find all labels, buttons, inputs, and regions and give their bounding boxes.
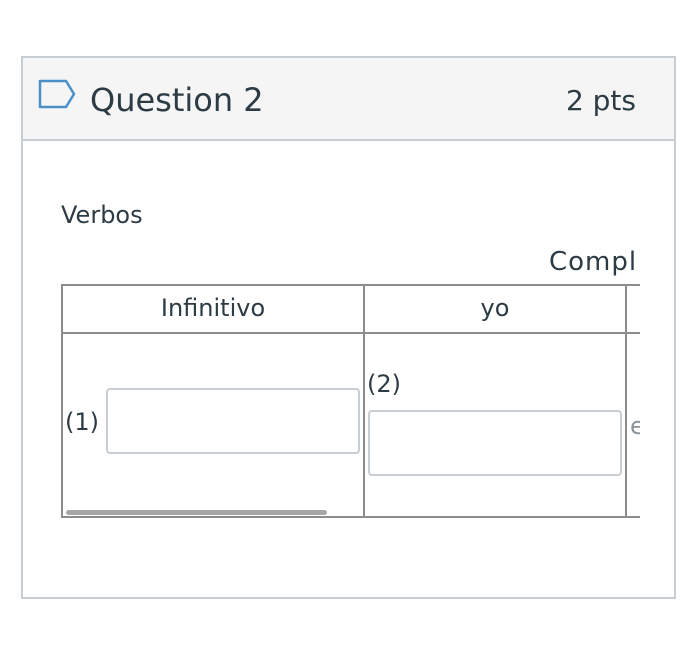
question-title: Question 2 [90,81,264,119]
flag-outline-icon[interactable] [38,79,76,109]
blank-number-1: (1) [65,408,99,436]
table-header-divider [61,332,640,334]
table-border-bottom [61,516,640,518]
blank-number-2: (2) [367,370,401,398]
header-yo: yo [480,294,510,322]
answer-input-2[interactable] [368,410,622,476]
question-points: 2 pts [565,84,636,117]
horizontal-scrollbar-thumb[interactable] [66,510,327,515]
table-caption: Compl [549,247,638,277]
question-header: Question 2 2 pts [23,58,674,141]
partial-cell-text: e [630,412,640,440]
column-divider-2 [625,284,627,518]
question-card: Question 2 2 pts Verbos Compl Infinitivo… [21,56,676,599]
conjugation-table-scroll-area[interactable]: Compl Infinitivo yo (1) (2) e [61,244,640,522]
section-label: Verbos [61,201,143,229]
answer-input-1[interactable] [106,388,360,454]
header-infinitivo: Infinitivo [160,294,266,322]
